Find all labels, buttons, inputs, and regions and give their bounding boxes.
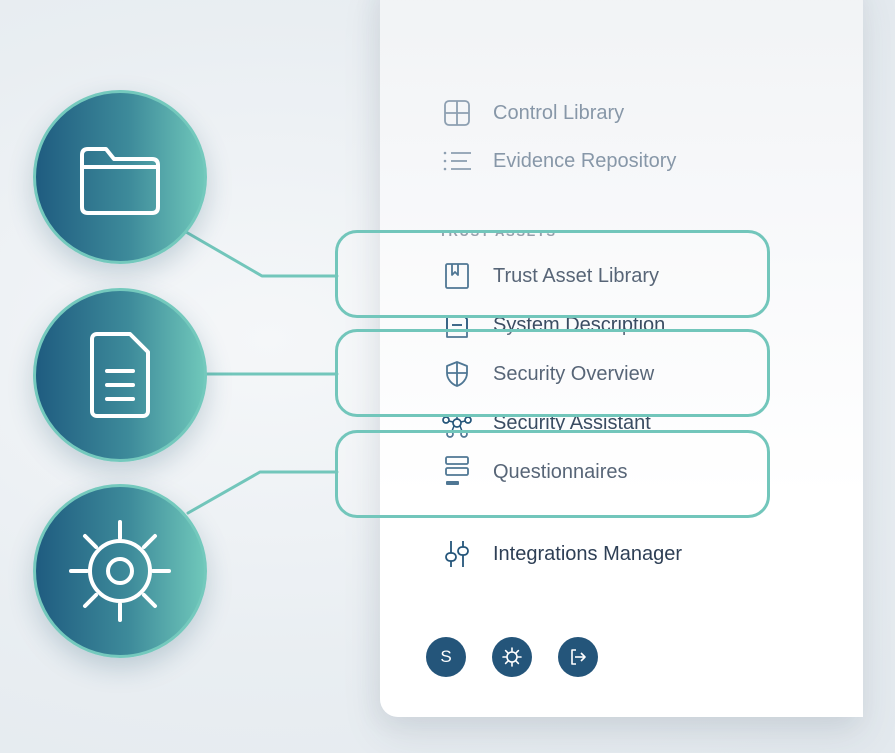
gear-icon (65, 516, 175, 626)
file-icon (80, 329, 160, 421)
folder-icon (74, 137, 166, 217)
feature-circle-gear (33, 484, 207, 658)
highlight-box-trust-asset-library (335, 230, 770, 318)
feature-circle-file (33, 288, 207, 462)
feature-circle-folder (33, 90, 207, 264)
highlight-box-questionnaires (335, 430, 770, 518)
highlight-box-security-overview (335, 329, 770, 417)
